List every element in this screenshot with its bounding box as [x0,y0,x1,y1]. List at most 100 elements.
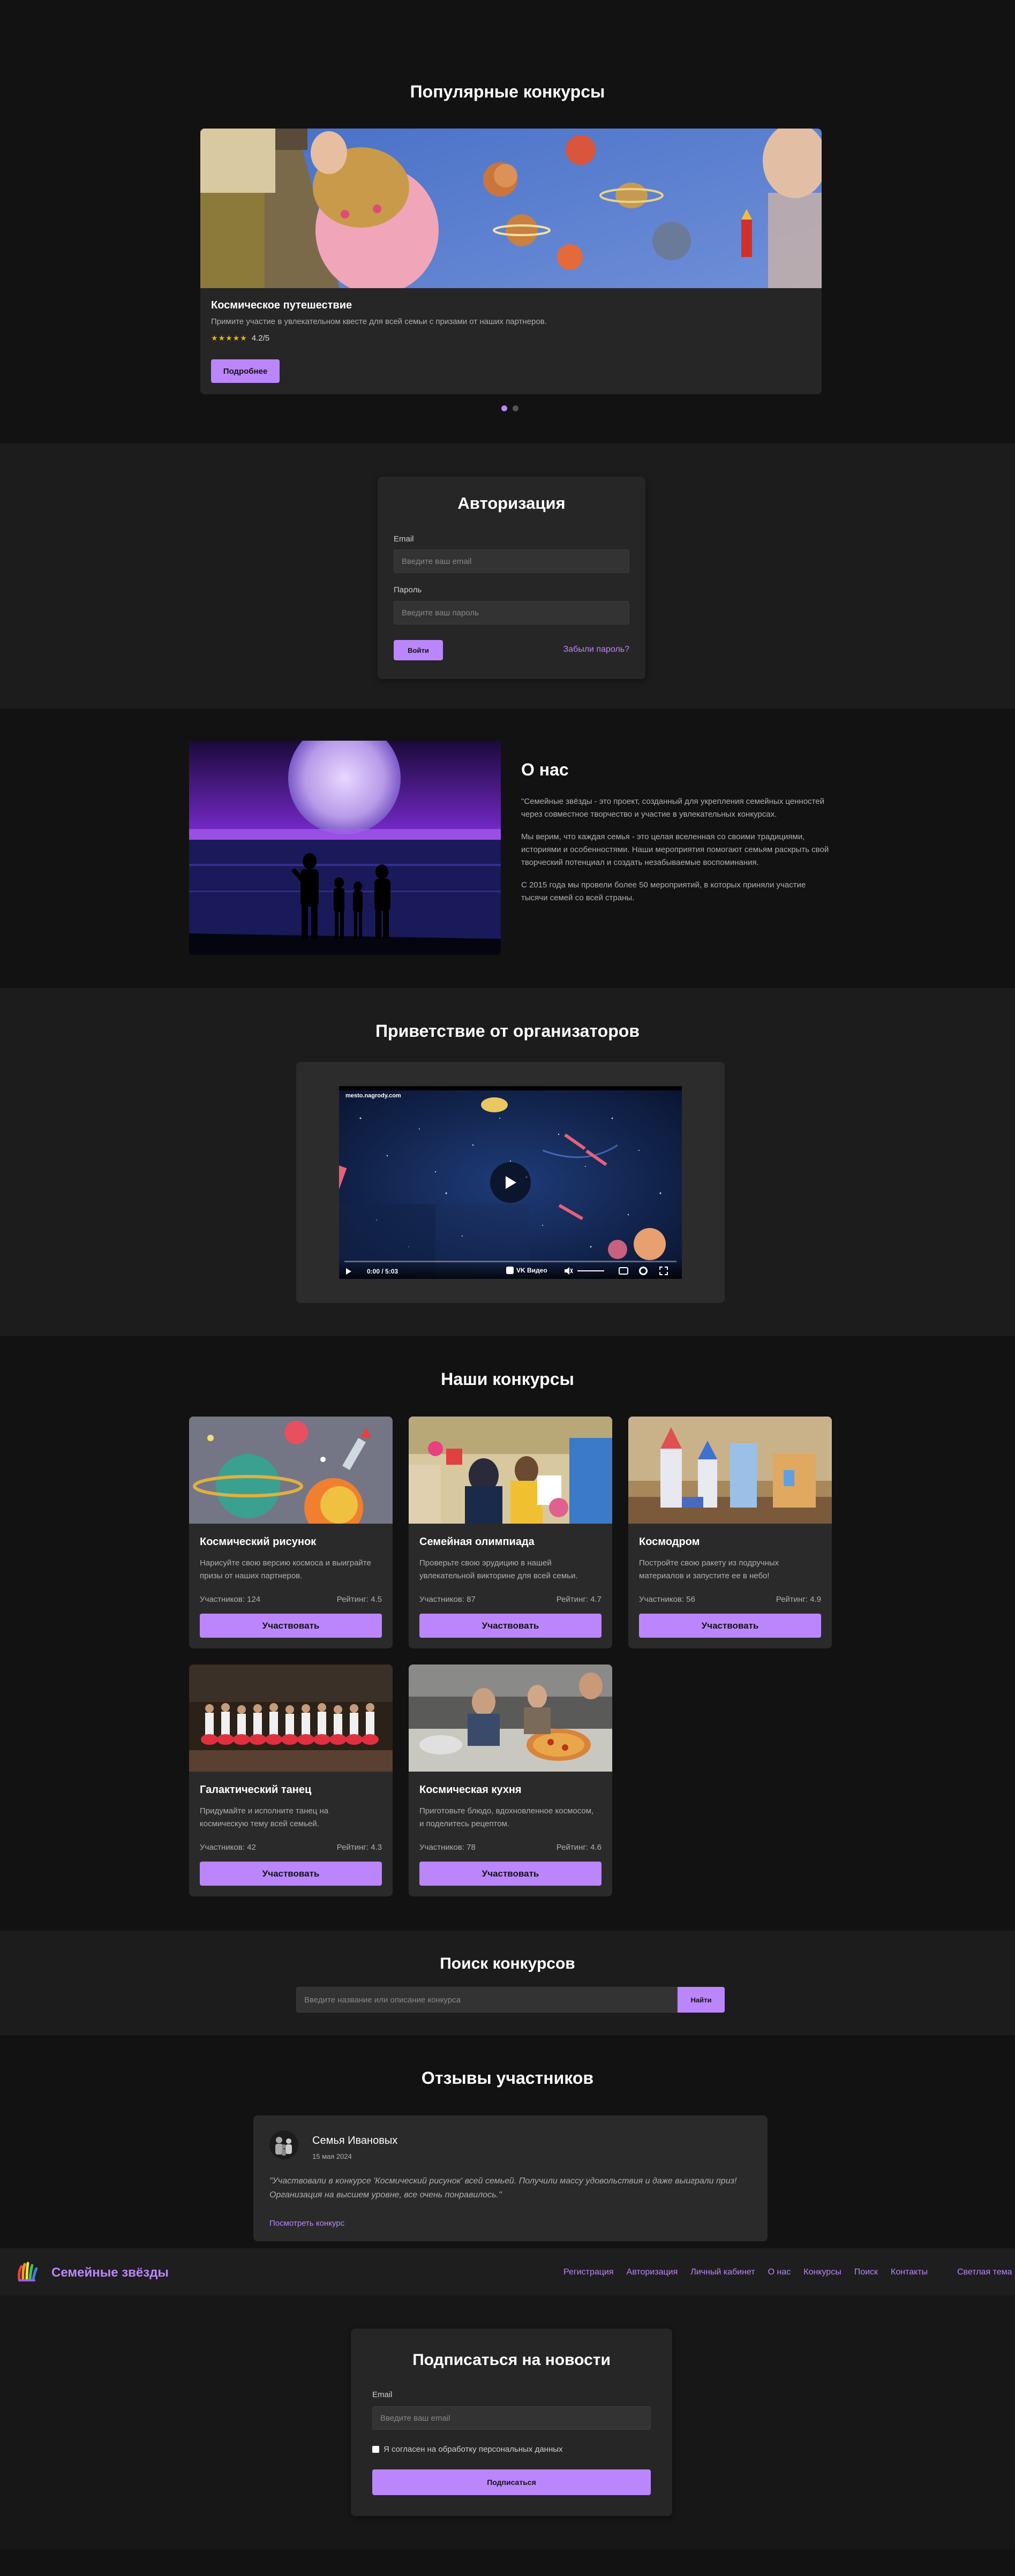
nav-item-contacts[interactable]: Контакты [891,2268,928,2277]
play-button[interactable] [490,1162,531,1203]
nav-links: Регистрация Авторизация Личный кабинет О… [563,2268,928,2277]
popular-section: Популярные конкурсы Космическое путешест… [0,0,1015,443]
contest-image [409,1664,612,1772]
about-text: "Семейные звёзды - это проект, созданный… [521,795,829,905]
subscribe-email-field[interactable]: Введите ваш email [372,2406,651,2430]
nav-item-about[interactable]: О нас [768,2268,791,2277]
volume-icon[interactable] [564,1267,574,1275]
contest-desc: Придумайте и исполните танец на космичес… [200,1806,329,1828]
participate-button[interactable]: Участвовать [639,1614,821,1638]
nav-item-search[interactable]: Поиск [854,2268,878,2277]
nav-item-login[interactable]: Авторизация [627,2268,678,2277]
auth-card: Авторизация Email Введите ваш email Паро… [378,477,645,679]
search-title: Поиск конкурсов [440,1955,575,1972]
contest-participants: Участников: 87 [419,1595,476,1604]
nav-item-contests[interactable]: Конкурсы [803,2268,841,2277]
contest-rating: Рейтинг: 4.7 [556,1595,602,1604]
contest-image [628,1417,832,1524]
nav-item-registration[interactable]: Регистрация [563,2268,614,2277]
contest-title: Галактический танец [200,1784,312,1796]
contest-image [409,1417,612,1524]
view-contest-link[interactable]: Посмотреть конкурс [269,2219,344,2228]
navbar: Семейные звёзды Регистрация Авторизация … [0,2248,1015,2295]
slide-details-button[interactable]: Подробнее [211,359,280,383]
contest-rating: Рейтинг: 4.9 [776,1595,821,1604]
fullscreen-icon[interactable] [659,1267,668,1275]
carousel-dot-1[interactable] [501,405,507,411]
vk-icon [506,1267,514,1274]
participate-button[interactable]: Участвовать [200,1614,382,1638]
contests-section: Наши конкурсы Космический рисунок Нарису… [0,1336,1015,1931]
contest-title: Космический рисунок [200,1536,317,1548]
video-time: 0:00 / 5:03 [367,1268,399,1275]
contest-card: Семейная олимпиада Проверьте свою эрудиц… [409,1417,612,1648]
popular-title: Популярные конкурсы [410,82,605,101]
popular-slide-card: Космическое путешествие Примите участие … [200,129,822,394]
video-player[interactable]: mesto.nagrody.com 0:00 / 5:03 VK Видео [339,1086,682,1279]
participate-button[interactable]: Участвовать [419,1614,602,1638]
welcome-section: Приветствие от организаторов mesto.nagro… [0,988,1015,1336]
login-button[interactable]: Войти [394,640,443,660]
family-avatar-icon [275,2137,292,2156]
contest-desc: Нарисуйте свою версию космоса и выиграйт… [200,1558,371,1580]
subscribe-section: Подписаться на новости Email Введите ваш… [0,2295,1015,2549]
video-card: mesto.nagrody.com 0:00 / 5:03 VK Видео [296,1062,725,1303]
contest-title: Семейная олимпиада [419,1536,535,1548]
play-small-icon[interactable] [345,1268,352,1275]
participate-button[interactable]: Участвовать [200,1862,382,1886]
avatar [269,2130,298,2159]
search-button[interactable]: Найти [678,1987,725,2013]
nav-item-account[interactable]: Личный кабинет [690,2268,755,2277]
subtitles-icon[interactable] [619,1267,628,1275]
contest-image [189,1417,393,1524]
contest-rating: Рейтинг: 4.6 [556,1843,602,1852]
review-date: 15 мая 2024 [312,2152,352,2160]
carousel-dot-2[interactable] [513,405,518,411]
search-input[interactable]: Введите название или описание конкурса [296,1987,678,2013]
contest-rating: Рейтинг: 4.3 [336,1843,382,1852]
about-section: О нас "Семейные звёзды - это проект, соз… [0,709,1015,988]
subscribe-email-label: Email [372,2390,393,2399]
contest-desc: Проверьте свою эрудицию в нашей увлекате… [419,1558,578,1580]
settings-icon[interactable] [639,1267,648,1275]
reviewer-name: Семья Ивановых [312,2135,398,2146]
theme-toggle[interactable]: Светлая тема [957,2268,1012,2277]
participate-button[interactable]: Участвовать [419,1862,602,1886]
contest-card: Галактический танец Придумайте и исполни… [189,1664,393,1896]
video-provider-label[interactable]: VK Видео [516,1267,547,1274]
consent-checkbox[interactable] [372,2446,379,2453]
contest-card: Космический рисунок Нарисуйте свою верси… [189,1417,393,1648]
slide-title: Космическое путешествие [211,299,352,311]
video-controls: 0:00 / 5:03 VK Видео [339,1259,682,1279]
auth-title: Авторизация [457,494,566,513]
contest-desc: Приготовьте блюдо, вдохновленное космосо… [419,1806,594,1828]
about-paragraph-2: Мы верим, что каждая семья - это целая в… [521,832,829,867]
welcome-title: Приветствие от организаторов [375,1021,640,1041]
consent-label: Я согласен на обработку персональных дан… [384,2445,563,2454]
forgot-password-link[interactable]: Забыли пароль? [563,645,629,654]
video-progress-bar[interactable] [344,1261,676,1262]
volume-slider[interactable] [577,1270,604,1271]
slide-rating: 4.2/5 [251,334,270,343]
contest-title: Космодром [639,1536,700,1548]
email-field[interactable]: Введите ваш email [394,549,629,573]
password-field[interactable]: Введите ваш пароль [394,601,629,624]
password-label: Пароль [394,585,422,594]
subscribe-button[interactable]: Подписаться [372,2469,651,2495]
slide-image [200,129,822,288]
reviews-title: Отзывы участников [421,2068,594,2088]
logo-icon[interactable] [16,2261,37,2283]
contest-card: Космическая кухня Приготовьте блюдо, вдо… [409,1664,612,1896]
auth-section: Авторизация Email Введите ваш email Паро… [0,443,1015,709]
about-title: О нас [521,760,569,779]
contest-participants: Участников: 124 [200,1595,261,1604]
review-text: "Участвовали в конкурсе 'Космический рис… [269,2176,737,2200]
contest-card: Космодром Постройте свою ракету из подру… [628,1417,832,1648]
contest-participants: Участников: 56 [639,1595,695,1604]
brand-name[interactable]: Семейные звёзды [51,2265,169,2280]
contest-title: Космическая кухня [419,1784,522,1796]
contest-rating: Рейтинг: 4.5 [336,1595,382,1604]
consent-row: Я согласен на обработку персональных дан… [372,2445,563,2454]
about-paragraph-1: "Семейные звёзды - это проект, созданный… [521,797,824,819]
slide-rating-row: ★★★★★ 4.2/5 [211,334,269,343]
